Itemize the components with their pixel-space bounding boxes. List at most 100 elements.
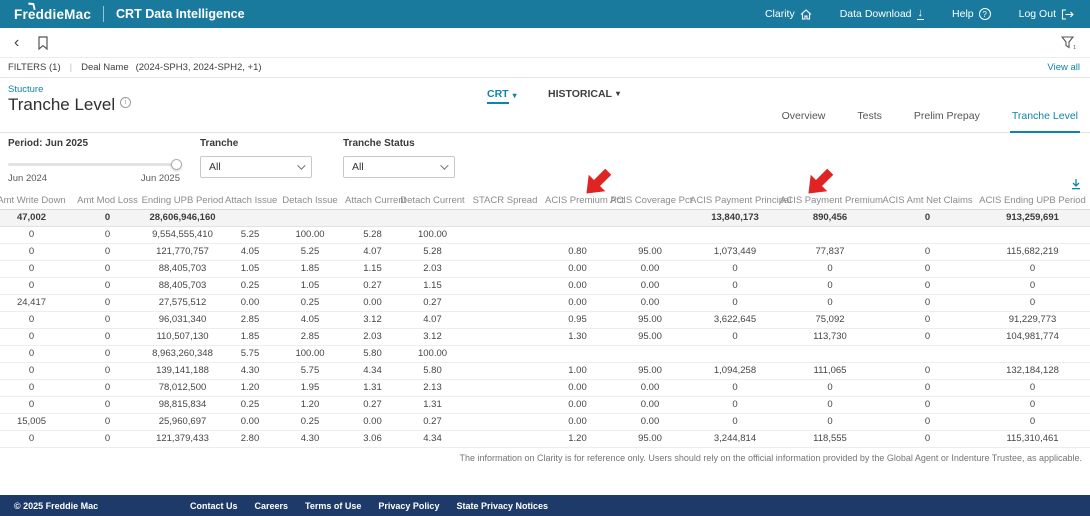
table-cell: 4.05: [225, 243, 275, 261]
table-cell: 1,094,258: [690, 362, 780, 380]
crt-dropdown[interactable]: CRT ▾: [487, 88, 517, 104]
topbar-divider: [103, 6, 105, 22]
table-cell: 0: [780, 260, 880, 278]
table-row[interactable]: 0 0 110,507,130 1.85 2.85 2.03 3.12 1.30 95.00 0 1…: [0, 328, 1090, 346]
tranche-select[interactable]: All: [200, 156, 312, 178]
table-cell: 98,815,834: [140, 396, 225, 414]
column-header[interactable]: Amt Mod Loss: [75, 192, 140, 210]
tranche-status-select-value: All: [352, 161, 364, 173]
footer-bar: © 2025 Freddie Mac Contact Us Careers Te…: [0, 495, 1090, 516]
table-cell: [610, 209, 690, 227]
historical-dropdown[interactable]: HISTORICAL ▾: [548, 88, 620, 100]
tab-overview[interactable]: Overview: [780, 110, 828, 133]
filter-controls: Period: Jun 2025 Jun 2024 Jun 2025 Tranc…: [0, 136, 1090, 184]
table-row[interactable]: 0 0 88,405,703 0.25 1.05 0.27 1.15 0.00 0.00 0 0 0 0: [0, 277, 1090, 295]
app-title: CRT Data Intelligence: [116, 7, 245, 21]
tab-tests[interactable]: Tests: [855, 110, 884, 133]
table-cell: 0.25: [225, 396, 275, 414]
nav-data-download[interactable]: Data Download ↓: [840, 8, 925, 20]
table-cell: 13,840,173: [690, 209, 780, 227]
footer-link-state-privacy-notices[interactable]: State Privacy Notices: [456, 501, 548, 511]
table-row[interactable]: 24,417 0 27,575,512 0.00 0.25 0.00 0.27 0.00 0.0…: [0, 294, 1090, 312]
table-cell: 0.95: [545, 311, 610, 329]
footer-link-contact-us[interactable]: Contact Us: [190, 501, 238, 511]
table-cell: [545, 345, 610, 363]
table-cell: 0: [75, 294, 140, 312]
bookmark-icon[interactable]: [37, 35, 49, 50]
nav-help[interactable]: Help ?: [952, 8, 991, 20]
table-cell: 121,770,757: [140, 243, 225, 261]
table-cell: 47,002: [0, 209, 75, 227]
table-cell: 132,184,128: [975, 362, 1090, 380]
table-cell: 3.06: [345, 430, 400, 448]
table-cell: [610, 345, 690, 363]
table-row[interactable]: 0 0 121,770,757 4.05 5.25 4.07 5.28 0.80 95.00 1,…: [0, 243, 1090, 261]
table-cell: 0.00: [610, 277, 690, 295]
column-header[interactable]: Amt Write Down: [0, 192, 75, 210]
footer-link-privacy-policy[interactable]: Privacy Policy: [378, 501, 439, 511]
column-header[interactable]: ACIS Ending UPB Period: [975, 192, 1090, 210]
info-icon[interactable]: i: [120, 97, 132, 108]
table-cell: 5.75: [275, 362, 345, 380]
deal-name-value: (2024-SPH3, 2024-SPH2, +1): [135, 62, 262, 73]
filter-funnel-icon[interactable]: 1: [1061, 35, 1076, 50]
table-cell: [465, 260, 545, 278]
table-cell: 0.00: [345, 413, 400, 431]
column-header[interactable]: Attach Current: [345, 192, 406, 210]
table-cell: 4.34: [345, 362, 400, 380]
table-cell: 5.25: [225, 226, 275, 244]
column-header[interactable]: STACR Spread: [465, 192, 545, 210]
column-header[interactable]: Detach Issue: [275, 192, 345, 210]
nav-clarity[interactable]: Clarity: [765, 8, 812, 20]
table-cell: 0: [75, 345, 140, 363]
table-cell: 24,417: [0, 294, 75, 312]
period-slider[interactable]: [8, 159, 182, 171]
table-row[interactable]: 0 0 121,379,433 2.80 4.30 3.06 4.34 1.20 95.00 3,…: [0, 430, 1090, 448]
table-cell: 9,554,555,410: [140, 226, 225, 244]
tab-prelim-prepay[interactable]: Prelim Prepay: [912, 110, 982, 133]
breadcrumb[interactable]: Stucture: [8, 84, 43, 95]
column-header[interactable]: ACIS Payment Principal: [690, 192, 791, 210]
table-cell: 3.12: [345, 311, 400, 329]
table-row[interactable]: 15,005 0 25,960,697 0.00 0.25 0.00 0.27 0.00 0.0…: [0, 413, 1090, 431]
table-cell: 0.27: [400, 294, 465, 312]
download-table-icon[interactable]: [1070, 178, 1082, 190]
nav-log-out[interactable]: Log Out: [1019, 8, 1074, 20]
slider-track[interactable]: [8, 163, 180, 166]
logout-icon: [1061, 8, 1074, 20]
table-row[interactable]: 0 0 88,405,703 1.05 1.85 1.15 2.03 0.00 0.00 0 0 0 0: [0, 260, 1090, 278]
column-header[interactable]: ACIS Payment Premium: [780, 192, 883, 210]
copyright-text: © 2025 Freddie Mac: [14, 500, 99, 511]
table-row[interactable]: 0 0 98,815,834 0.25 1.20 0.27 1.31 0.00 0.00 0 0 0 0: [0, 396, 1090, 414]
column-header[interactable]: ACIS Coverage Pct: [610, 192, 692, 210]
totals-row[interactable]: 47,002 0 28,606,946,160 13,840,173 890,456 0 9…: [0, 209, 1090, 227]
table-row[interactable]: 0 0 8,963,260,348 5.75 100.00 5.80 100.00: [0, 345, 1090, 363]
column-header[interactable]: ACIS Amt Net Claims: [880, 192, 975, 210]
slider-handle[interactable]: [171, 159, 182, 170]
view-all-link[interactable]: View all: [1047, 62, 1082, 73]
freddie-mac-logo[interactable]: FreddieMac: [0, 7, 91, 22]
table-cell: 0.00: [610, 260, 690, 278]
tranche-status-select[interactable]: All: [343, 156, 455, 178]
column-header[interactable]: Ending UPB Period: [140, 192, 225, 210]
tab-tranche-level[interactable]: Tranche Level: [1009, 110, 1080, 133]
column-header[interactable]: Detach Current: [400, 192, 465, 210]
table-cell: 0: [0, 430, 75, 448]
table-cell: 0: [880, 396, 975, 414]
table-cell: [465, 328, 545, 346]
footer-link-careers[interactable]: Careers: [255, 501, 289, 511]
table-row[interactable]: 0 0 78,012,500 1.20 1.95 1.31 2.13 0.00 0.00 0 0 0 0: [0, 379, 1090, 397]
table-cell: 4.34: [400, 430, 465, 448]
back-button[interactable]: ‹: [14, 34, 19, 51]
tranche-status-filter: Tranche Status All: [343, 138, 455, 178]
column-header[interactable]: Attach Issue: [225, 192, 277, 210]
table-cell: 0: [690, 328, 780, 346]
table-row[interactable]: 0 0 139,141,188 4.30 5.75 4.34 5.80 1.00 95.00 1,…: [0, 362, 1090, 380]
table-cell: 111,065: [780, 362, 880, 380]
table-cell: 0.00: [610, 396, 690, 414]
table-cell: 0: [975, 379, 1090, 397]
footer-link-terms-of-use[interactable]: Terms of Use: [305, 501, 361, 511]
table-row[interactable]: 0 0 96,031,340 2.85 4.05 3.12 4.07 0.95 95.00 3,6…: [0, 311, 1090, 329]
table-cell: 118,555: [780, 430, 880, 448]
table-row[interactable]: 0 0 9,554,555,410 5.25 100.00 5.28 100.00: [0, 226, 1090, 244]
